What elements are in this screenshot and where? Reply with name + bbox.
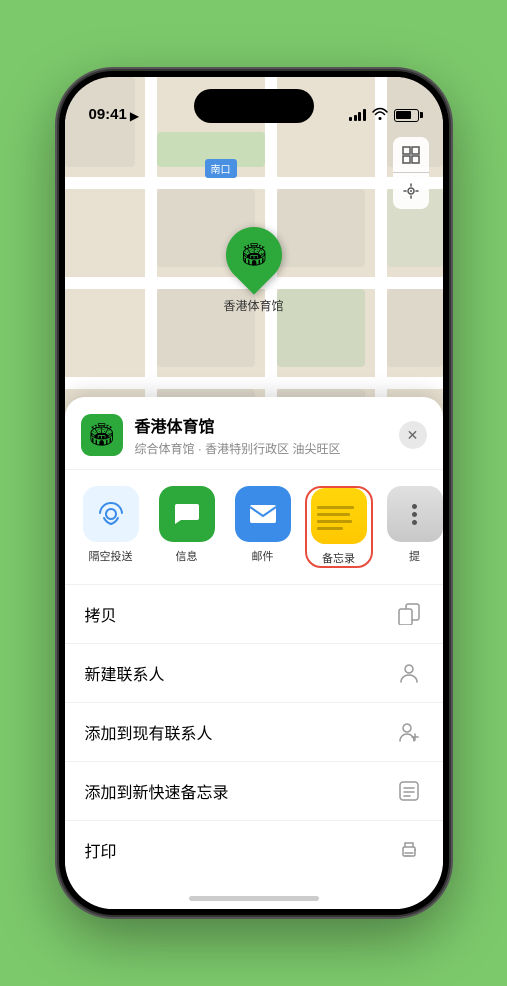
dynamic-island: [194, 89, 314, 123]
person-icon: [395, 659, 423, 687]
person-add-icon: [395, 718, 423, 746]
location-button[interactable]: [393, 173, 429, 209]
message-label: 信息: [176, 548, 198, 564]
menu-item-add-contact[interactable]: 添加到现有联系人: [65, 703, 443, 762]
status-icons: [349, 107, 419, 125]
print-label: 打印: [85, 838, 395, 862]
airdrop-icon: [83, 486, 139, 542]
print-icon: [395, 836, 423, 864]
pin-label: 香港体育馆: [223, 297, 283, 314]
menu-item-copy[interactable]: 拷贝: [65, 585, 443, 644]
sheet-header: 🏟 香港体育馆 综合体育馆 · 香港特别行政区 油尖旺区 ✕: [65, 397, 443, 470]
mail-icon: [235, 486, 291, 542]
map-type-button[interactable]: [393, 137, 429, 173]
phone-frame: 09:41 ▶: [59, 71, 449, 915]
copy-label: 拷贝: [85, 602, 395, 626]
venue-icon: 🏟: [81, 414, 123, 456]
location-pin: 🏟: [214, 215, 293, 294]
airdrop-label: 隔空投送: [89, 548, 133, 564]
battery-icon: [394, 109, 419, 122]
share-item-airdrop[interactable]: 隔空投送: [77, 486, 145, 568]
more-icon: [387, 486, 443, 542]
quick-note-label: 添加到新快速备忘录: [85, 779, 395, 803]
menu-item-print[interactable]: 打印: [65, 821, 443, 879]
menu-item-new-contact[interactable]: 新建联系人: [65, 644, 443, 703]
venue-info: 香港体育馆 综合体育馆 · 香港特别行政区 油尖旺区: [135, 413, 399, 457]
mail-label: 邮件: [252, 548, 274, 564]
phone-screen: 09:41 ▶: [65, 77, 443, 909]
home-indicator: [189, 896, 319, 901]
share-item-notes[interactable]: 备忘录: [305, 486, 373, 568]
menu-item-quick-note[interactable]: 添加到新快速备忘录: [65, 762, 443, 821]
memo-icon: [395, 777, 423, 805]
share-item-mail[interactable]: 邮件: [229, 486, 297, 568]
bottom-sheet: 🏟 香港体育馆 综合体育馆 · 香港特别行政区 油尖旺区 ✕: [65, 397, 443, 909]
message-icon: [159, 486, 215, 542]
notes-icon: [311, 488, 367, 544]
share-item-more[interactable]: 提: [381, 486, 443, 568]
location-pin-container: 🏟 香港体育馆: [223, 227, 283, 314]
venue-name: 香港体育馆: [135, 413, 399, 437]
venue-desc: 综合体育馆 · 香港特别行政区 油尖旺区: [135, 440, 399, 457]
wifi-icon: [372, 107, 388, 123]
location-icon: ▶: [130, 109, 139, 123]
add-contact-label: 添加到现有联系人: [85, 720, 395, 744]
new-contact-label: 新建联系人: [85, 661, 395, 685]
status-time: 09:41: [89, 106, 127, 125]
notes-label: 备忘录: [322, 550, 355, 566]
share-row: 隔空投送 信息: [65, 470, 443, 585]
south-gate-label: 南口: [205, 159, 237, 178]
signal-bars: [349, 109, 366, 121]
close-button[interactable]: ✕: [399, 421, 427, 449]
map-controls: [393, 137, 429, 209]
more-label: 提: [409, 548, 420, 564]
share-item-message[interactable]: 信息: [153, 486, 221, 568]
copy-icon: [395, 600, 423, 628]
pin-icon: 🏟: [240, 242, 268, 268]
